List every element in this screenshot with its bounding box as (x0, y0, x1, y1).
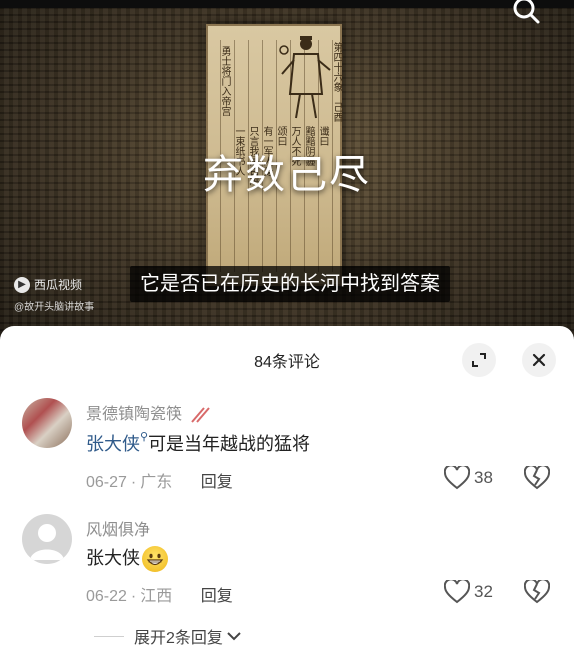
dislike-button[interactable] (523, 464, 551, 495)
comment-meta: 06-27 · 广东 回复 (86, 474, 233, 491)
avatar[interactable] (22, 514, 72, 564)
comments-panel: 84条评论 景德镇陶瓷筷 张大侠⚲可是当年越战的猛将 06-27 · 广东 回复… (0, 326, 574, 669)
chevron-down-icon (227, 632, 241, 641)
dislike-button[interactable] (523, 578, 551, 609)
comment-date: 06-22 (86, 588, 127, 605)
comments-header: 84条评论 (0, 326, 574, 388)
scroll-text: 勇士将门入帝宫 (219, 46, 230, 116)
heart-icon (444, 580, 470, 604)
expand-replies-button[interactable]: 展开2条回复 (94, 624, 242, 648)
like-button[interactable]: 38 (444, 466, 493, 490)
comment-text: 张大侠⚲可是当年越战的猛将 (86, 430, 310, 456)
heart-icon (444, 466, 470, 490)
comment-location: 广东 (140, 474, 173, 491)
chopsticks-icon (191, 407, 211, 423)
avatar[interactable] (22, 398, 72, 448)
comment-meta: 06-22 · 江西 回复 (86, 588, 233, 605)
watermark-author: @故开头脑讲故事 (14, 302, 95, 313)
search-icon (513, 0, 540, 24)
play-logo-icon: ▶ (14, 276, 30, 293)
video-watermark: ▶ 西瓜视频 @故开头脑讲故事 (14, 276, 94, 313)
like-button[interactable]: 32 (444, 580, 493, 604)
like-count: 32 (474, 582, 493, 601)
scroll-text: 己酉 (331, 102, 342, 122)
comment-username[interactable]: 景德镇陶瓷筷 (86, 400, 211, 424)
figure-illustration (279, 36, 331, 119)
top-status-strip (0, 0, 574, 8)
watermark-brand-label: 西瓜视频 (34, 278, 83, 292)
divider (94, 635, 124, 637)
reply-button[interactable]: 回复 (201, 588, 233, 605)
comment-location: 江西 (140, 588, 173, 605)
video-player[interactable]: 第四十六象 己酉 谶曰 黯黯阴霾 万人不死 颂曰 有一军人身 只言我是白鸠 一束… (0, 0, 574, 345)
comment-body: 张大侠 (86, 548, 140, 568)
grinning-face-icon (142, 546, 168, 573)
scroll-text: 第四十六象 (331, 42, 342, 92)
close-icon (532, 353, 546, 367)
comment-text: 张大侠 (86, 544, 168, 573)
comment-body: 可是当年越战的猛将 (148, 434, 311, 454)
comment-item: 景德镇陶瓷筷 张大侠⚲可是当年越战的猛将 06-27 · 广东 回复 38 (0, 392, 574, 502)
search-mention-icon: ⚲ (140, 431, 149, 443)
mention-link[interactable]: 张大侠⚲ (86, 431, 149, 454)
close-panel-button[interactable] (522, 343, 556, 377)
broken-heart-icon (523, 464, 551, 490)
reply-button[interactable]: 回复 (201, 474, 233, 491)
comment-username[interactable]: 风烟俱净 (86, 516, 150, 540)
comment-date: 06-27 (86, 474, 127, 491)
watermark-brand: ▶ 西瓜视频 (14, 276, 94, 293)
search-button[interactable] (510, 0, 544, 28)
broken-heart-icon (523, 578, 551, 604)
default-user-icon (30, 524, 64, 560)
comment-username-label: 景德镇陶瓷筷 (86, 406, 183, 423)
comment-item: 风烟俱净 张大侠 06-22 · 江西 回复 32 (0, 510, 574, 620)
like-count: 38 (474, 468, 493, 487)
expand-replies-label: 展开2条回复 (134, 630, 223, 647)
expand-icon (472, 353, 486, 367)
video-overlay-title: 弃数己尽 (203, 152, 371, 198)
video-subtitle: 它是否已在历史的长河中找到答案 (130, 266, 450, 302)
expand-panel-button[interactable] (462, 343, 496, 377)
